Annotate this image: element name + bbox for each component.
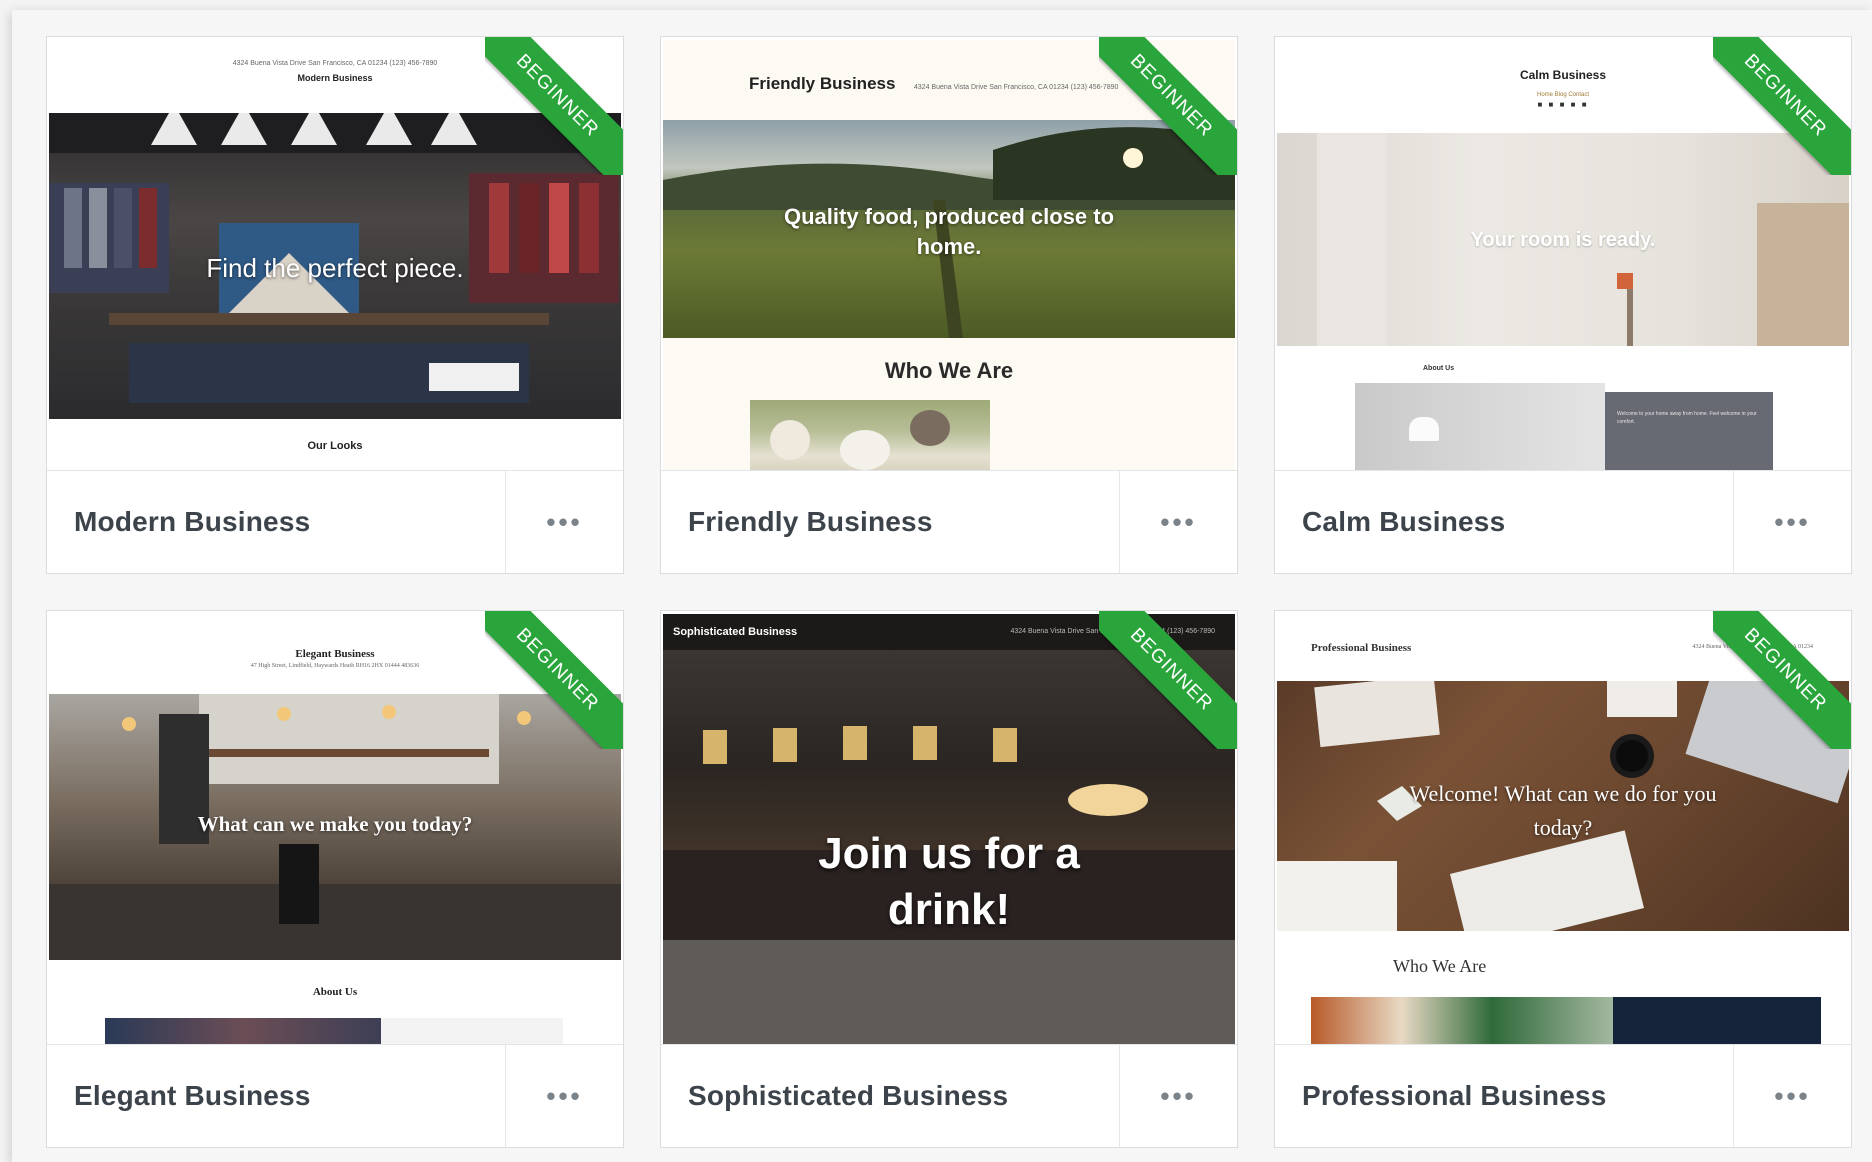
theme-card-sophisticated-business[interactable]: Sophisticated Business 4324 Buena Vista … [660,610,1238,1148]
theme-card-footer: Calm Business ••• [1275,470,1851,573]
theme-name[interactable]: Modern Business [47,506,505,538]
theme-name[interactable]: Elegant Business [47,1080,505,1112]
preview-address: 4324 Buena Vista Drive San Francisco, CA… [913,84,1119,91]
preview-section-title: Who We Are [1393,956,1487,976]
preview-hero-text: Find the perfect piece. [206,253,464,283]
theme-name[interactable]: Sophisticated Business [661,1080,1119,1112]
beginner-ribbon: BEGINNER [1099,37,1237,175]
theme-card-elegant-business[interactable]: Elegant Business 47 High Street, Lindfie… [46,610,624,1148]
theme-card-calm-business[interactable]: Calm Business Home Blog Contact ■ ■ ■ ■ … [1274,36,1852,574]
about-image [105,1018,381,1046]
theme-name[interactable]: Professional Business [1275,1080,1733,1112]
preview-site-title: Professional Business [1311,642,1412,654]
more-options-button[interactable]: ••• [505,471,623,573]
preview-section-title: Who We Are [884,358,1014,383]
theme-card-footer: Professional Business ••• [1275,1044,1851,1147]
team-image [1311,997,1613,1046]
more-options-button[interactable]: ••• [1733,471,1851,573]
theme-card-modern-business[interactable]: 4324 Buena Vista Drive San Francisco, CA… [46,36,624,574]
beginner-ribbon: BEGINNER [1713,37,1851,175]
theme-card-friendly-business[interactable]: Friendly Business 4324 Buena Vista Drive… [660,36,1238,574]
theme-name[interactable]: Friendly Business [661,506,1119,538]
preview-hero-text: Join us for a drink! [818,829,1080,934]
preview-hero-text: What can we make you today? [197,812,473,836]
theme-card-footer: Elegant Business ••• [47,1044,623,1147]
preview-section-title: About Us [312,986,358,998]
more-options-button[interactable]: ••• [505,1045,623,1147]
preview-hero-text: Quality food, produced close to home. [783,204,1115,259]
theme-card-footer: Friendly Business ••• [661,470,1237,573]
theme-name[interactable]: Calm Business [1275,506,1733,538]
preview-section-title: About Us [1423,365,1455,372]
preview-section-title: Our Looks [307,440,363,452]
beginner-ribbon: BEGINNER [1713,611,1851,749]
preview-hero-text: Welcome! What can we do for you today? [1409,781,1717,840]
about-text-box: Welcome to your home away from home. Fee… [1605,392,1773,472]
beginner-ribbon: BEGINNER [1099,611,1237,749]
theme-card-professional-business[interactable]: Professional Business 4324 Buena Vista D… [1274,610,1852,1148]
beginner-ribbon: BEGINNER [485,611,623,749]
more-options-button[interactable]: ••• [1119,1045,1237,1147]
preview-hero-text: Your room is ready. [1470,229,1656,251]
more-options-button[interactable]: ••• [1119,471,1237,573]
beginner-ribbon: BEGINNER [485,37,623,175]
more-options-button[interactable]: ••• [1733,1045,1851,1147]
preview-site-title: Sophisticated Business [673,626,798,638]
sheep-image [750,400,990,472]
lamp-image [1355,383,1605,472]
theme-card-footer: Sophisticated Business ••• [661,1044,1237,1147]
preview-site-title: Friendly Business [749,74,896,93]
theme-card-footer: Modern Business ••• [47,470,623,573]
